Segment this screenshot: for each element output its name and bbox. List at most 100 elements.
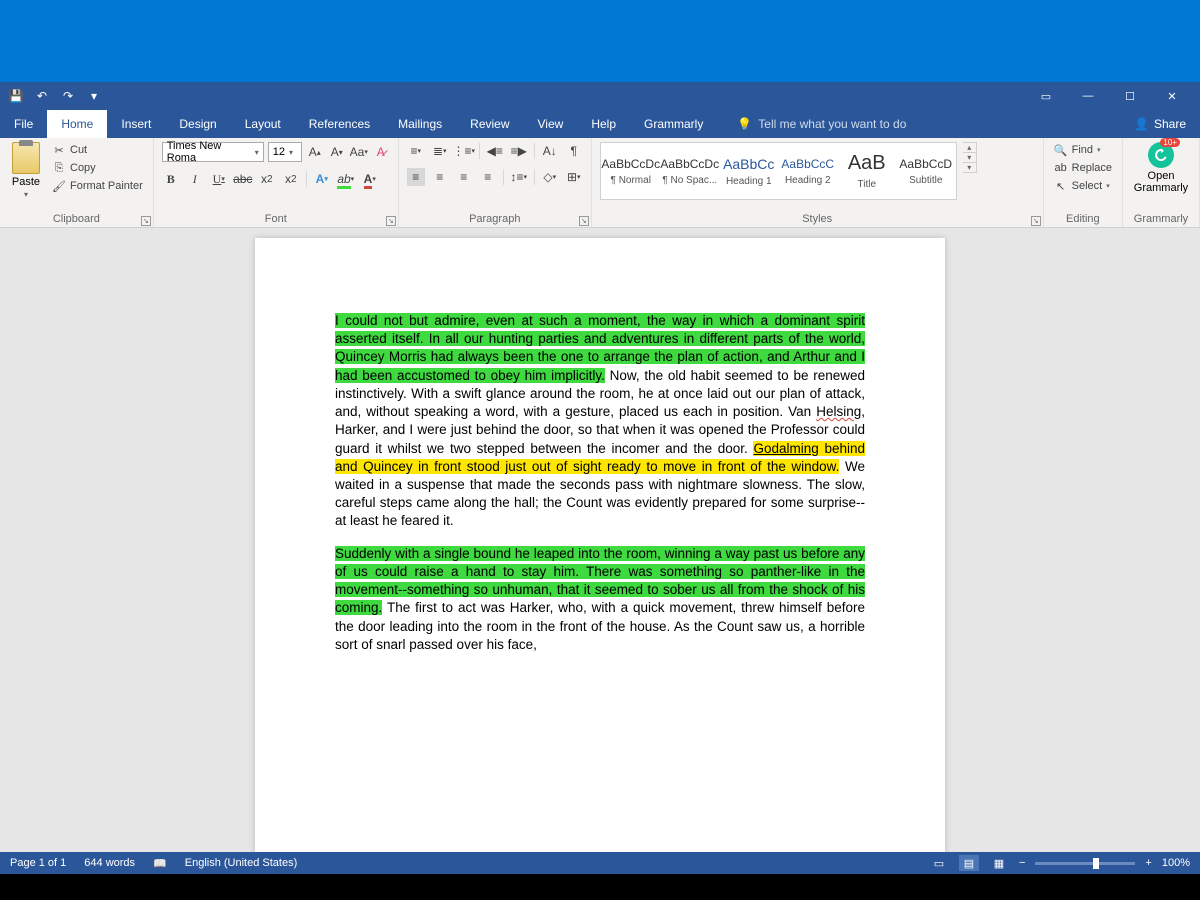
windows-taskbar[interactable] <box>0 874 1200 900</box>
web-layout-icon[interactable]: ▦ <box>989 855 1009 871</box>
share-button[interactable]: 👤 Share <box>1120 110 1200 138</box>
tab-references[interactable]: References <box>295 110 384 138</box>
tell-me-search[interactable]: 💡 <box>737 110 938 138</box>
change-case-button[interactable]: Aa▾ <box>350 143 368 161</box>
zoom-in-button[interactable]: + <box>1145 857 1151 869</box>
paragraph-dialog-launcher[interactable]: ↘ <box>579 216 589 226</box>
align-right-button[interactable]: ≡ <box>455 168 473 186</box>
sort-button[interactable]: A↓ <box>541 142 559 160</box>
paragraph-1[interactable]: I could not but admire, even at such a m… <box>335 312 865 531</box>
tab-home[interactable]: Home <box>47 110 107 138</box>
align-left-button[interactable]: ≡ <box>407 168 425 186</box>
tab-design[interactable]: Design <box>165 110 230 138</box>
borders-button[interactable]: ⊞▾ <box>565 168 583 186</box>
spellcheck-icon[interactable]: 📖 <box>153 857 167 870</box>
tell-me-input[interactable] <box>758 117 938 131</box>
redo-icon[interactable]: ↷ <box>60 88 76 104</box>
text-effects-button[interactable]: A▾ <box>313 170 331 188</box>
qat-customize-icon[interactable]: ▾ <box>86 88 102 104</box>
undo-icon[interactable]: ↶ <box>34 88 50 104</box>
font-size-combo[interactable]: 12▾ <box>268 142 302 162</box>
zoom-slider[interactable] <box>1035 862 1135 865</box>
style-title[interactable]: AaBTitle <box>838 144 896 198</box>
highlight-button[interactable]: ab▾ <box>337 170 355 188</box>
zoom-thumb[interactable] <box>1093 858 1099 869</box>
style-heading-1[interactable]: AaBbCcHeading 1 <box>720 144 778 198</box>
style-subtitle[interactable]: AaBbCcDSubtitle <box>897 144 955 198</box>
tab-insert[interactable]: Insert <box>107 110 165 138</box>
paragraph-2[interactable]: Suddenly with a single bound he leaped i… <box>335 545 865 654</box>
read-mode-icon[interactable]: ▭ <box>929 855 949 871</box>
zoom-level[interactable]: 100% <box>1162 857 1190 869</box>
bold-button[interactable]: B <box>162 170 180 188</box>
tab-view[interactable]: View <box>524 110 578 138</box>
styles-dialog-launcher[interactable]: ↘ <box>1031 216 1041 226</box>
find-button[interactable]: 🔍Find ▾ <box>1052 142 1114 158</box>
body-text[interactable]: The first to act was Harker, who, with a… <box>335 600 865 651</box>
page[interactable]: I could not but admire, even at such a m… <box>255 238 945 852</box>
spell-error-text[interactable]: Helsing <box>816 404 861 419</box>
lightbulb-icon: 💡 <box>737 117 752 131</box>
group-label: Grammarly <box>1131 212 1191 225</box>
replace-button[interactable]: abReplace <box>1052 160 1114 176</box>
subscript-button[interactable]: x2 <box>258 170 276 188</box>
ribbon-display-icon[interactable]: ▭ <box>1026 82 1066 110</box>
font-color-button[interactable]: A▾ <box>361 170 379 188</box>
line-spacing-button[interactable]: ↕≡▾ <box>510 168 528 186</box>
tab-file[interactable]: File <box>0 110 47 138</box>
document-area[interactable]: I could not but admire, even at such a m… <box>0 228 1200 852</box>
page-indicator[interactable]: Page 1 of 1 <box>10 857 66 869</box>
font-name-combo[interactable]: Times New Roma▾ <box>162 142 264 162</box>
clear-formatting-button[interactable]: A̷ <box>372 143 390 161</box>
format-painter-button[interactable]: 🖌Format Painter <box>50 178 145 194</box>
justify-button[interactable]: ≡ <box>479 168 497 186</box>
underline-button[interactable]: U▾ <box>210 170 228 188</box>
styles-scroll-down-icon[interactable]: ▾ <box>963 153 976 163</box>
strikethrough-button[interactable]: abc <box>234 170 252 188</box>
align-center-button[interactable]: ≡ <box>431 168 449 186</box>
word-count[interactable]: 644 words <box>84 857 135 869</box>
clipboard-dialog-launcher[interactable]: ↘ <box>141 216 151 226</box>
maximize-icon[interactable]: ☐ <box>1110 82 1150 110</box>
multilevel-button[interactable]: ⋮≡▾ <box>455 142 473 160</box>
tab-layout[interactable]: Layout <box>231 110 295 138</box>
shrink-font-button[interactable]: A▾ <box>328 143 346 161</box>
tab-grammarly[interactable]: Grammarly <box>630 110 717 138</box>
brush-icon: 🖌 <box>52 179 66 193</box>
grammarly-badge: 10+ <box>1160 138 1180 147</box>
style-normal[interactable]: AaBbCcDc¶ Normal <box>602 144 660 198</box>
tab-review[interactable]: Review <box>456 110 523 138</box>
italic-button[interactable]: I <box>186 170 204 188</box>
highlighted-text[interactable]: Godalming <box>753 441 818 456</box>
tab-help[interactable]: Help <box>577 110 630 138</box>
open-grammarly-button[interactable]: 10+ Open Grammarly <box>1131 142 1191 194</box>
group-clipboard: Paste ▾ ✂Cut ⎘Copy 🖌Format Painter Clipb… <box>0 138 154 227</box>
styles-scroll-up-icon[interactable]: ▴ <box>963 143 976 153</box>
grow-font-button[interactable]: A▴ <box>306 143 324 161</box>
bullets-button[interactable]: ≡▾ <box>407 142 425 160</box>
zoom-out-button[interactable]: − <box>1019 857 1025 869</box>
select-button[interactable]: ↖Select ▾ <box>1052 178 1114 194</box>
close-icon[interactable]: ✕ <box>1152 82 1192 110</box>
save-icon[interactable]: 💾 <box>8 88 24 104</box>
decrease-indent-button[interactable]: ◀≡ <box>486 142 504 160</box>
group-label: Paragraph <box>407 212 583 225</box>
tab-mailings[interactable]: Mailings <box>384 110 456 138</box>
chevron-down-icon: ▾ <box>255 148 259 157</box>
shading-button[interactable]: ◇▾ <box>541 168 559 186</box>
style-no-spacing[interactable]: AaBbCcDc¶ No Spac... <box>661 144 719 198</box>
show-marks-button[interactable]: ¶ <box>565 142 583 160</box>
increase-indent-button[interactable]: ≡▶ <box>510 142 528 160</box>
cut-button[interactable]: ✂Cut <box>50 142 145 158</box>
style-heading-2[interactable]: AaBbCcCHeading 2 <box>779 144 837 198</box>
grammarly-label: Open Grammarly <box>1131 170 1191 194</box>
copy-button[interactable]: ⎘Copy <box>50 160 145 176</box>
numbering-button[interactable]: ≣▾ <box>431 142 449 160</box>
styles-expand-icon[interactable]: ▾ <box>963 163 976 172</box>
superscript-button[interactable]: x2 <box>282 170 300 188</box>
language-indicator[interactable]: English (United States) <box>185 857 298 869</box>
minimize-icon[interactable]: — <box>1068 82 1108 110</box>
paste-button[interactable]: Paste ▾ <box>8 142 44 199</box>
print-layout-icon[interactable]: ▤ <box>959 855 979 871</box>
font-dialog-launcher[interactable]: ↘ <box>386 216 396 226</box>
